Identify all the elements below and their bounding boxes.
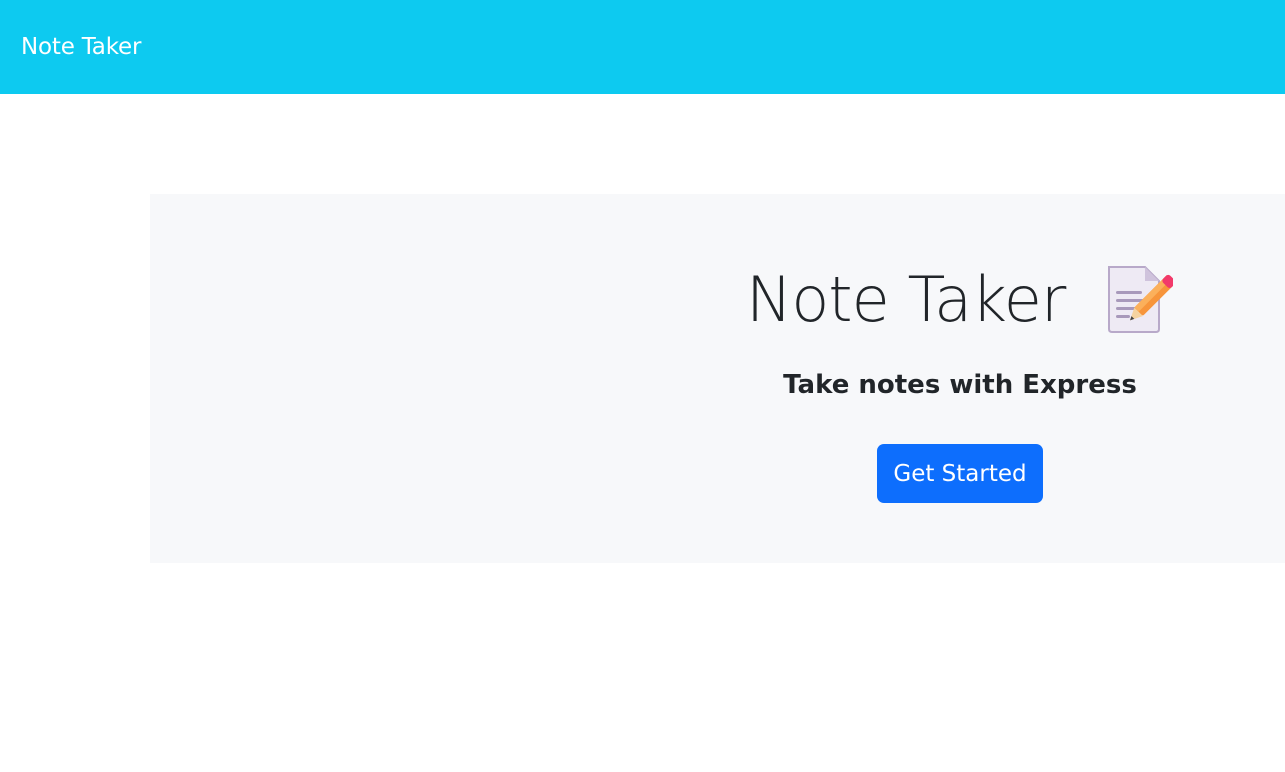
get-started-button[interactable]: Get Started: [877, 444, 1043, 503]
memo-icon: [1101, 263, 1176, 335]
navbar: Note Taker: [0, 0, 1285, 94]
hero-title: Note Taker: [746, 262, 1066, 336]
hero-subtitle: Take notes with Express: [783, 370, 1137, 400]
navbar-brand[interactable]: Note Taker: [21, 34, 141, 60]
hero-section: Note Taker Take notes with Express Get S…: [150, 194, 1285, 563]
hero-title-row: Note Taker: [746, 254, 1176, 344]
